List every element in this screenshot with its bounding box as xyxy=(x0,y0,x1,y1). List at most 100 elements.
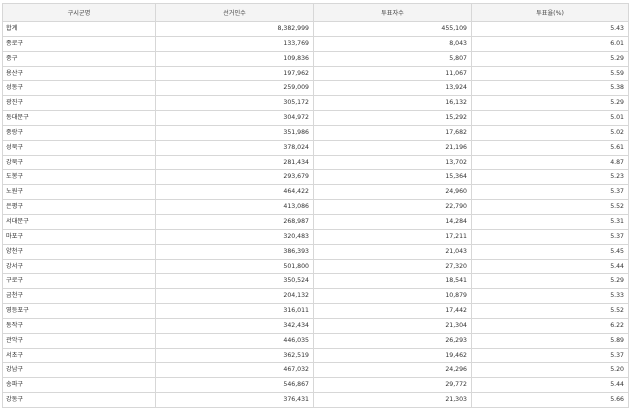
table-row: 성동구 259,009 13,924 5.38 xyxy=(2,80,629,97)
table-row: 강북구 281,434 13,702 4.87 xyxy=(2,154,629,171)
cell-district: 광진구 xyxy=(2,95,156,112)
cell-district: 합계 xyxy=(2,21,156,37)
cell-voters: 11,067 xyxy=(313,65,472,82)
table-row: 동대문구 304,972 15,292 5.01 xyxy=(2,110,629,126)
cell-electors: 446,035 xyxy=(155,332,314,349)
cell-electors: 342,434 xyxy=(155,317,314,334)
table-row: 강남구 467,032 24,296 5.20 xyxy=(2,362,629,379)
cell-electors: 268,987 xyxy=(155,213,314,230)
cell-electors: 204,132 xyxy=(155,288,314,305)
column-header-district: 구시군명 xyxy=(2,3,156,22)
cell-electors: 109,836 xyxy=(155,50,314,67)
cell-electors: 413,086 xyxy=(155,199,314,215)
cell-turnout: 5.43 xyxy=(471,21,629,37)
table-body: 합계 8,382,999 455,109 5.43 종로구 133,769 8,043 6.0… xyxy=(2,21,629,408)
cell-voters: 455,109 xyxy=(313,21,472,37)
cell-turnout: 5.29 xyxy=(471,95,629,112)
cell-district: 강남구 xyxy=(2,362,156,379)
cell-turnout: 5.31 xyxy=(471,213,629,230)
header-row: 구시군명 선거인수 투표자수 투표율(%) xyxy=(2,3,629,22)
cell-district: 서대문구 xyxy=(2,213,156,230)
table-row: 성북구 378,024 21,196 5.61 xyxy=(2,139,629,156)
cell-district: 강동구 xyxy=(2,392,156,408)
cell-voters: 15,292 xyxy=(313,110,472,126)
cell-voters: 27,320 xyxy=(313,258,472,275)
cell-district: 중구 xyxy=(2,50,156,67)
cell-turnout: 5.33 xyxy=(471,288,629,305)
cell-turnout: 4.87 xyxy=(471,154,629,171)
cell-voters: 21,043 xyxy=(313,243,472,260)
table-row: 노원구 464,422 24,960 5.37 xyxy=(2,184,629,201)
cell-electors: 281,434 xyxy=(155,154,314,171)
cell-voters: 13,702 xyxy=(313,154,472,171)
cell-district: 송파구 xyxy=(2,377,156,394)
table-row: 구로구 350,524 18,541 5.29 xyxy=(2,273,629,290)
cell-turnout: 5.37 xyxy=(471,228,629,245)
cell-voters: 21,303 xyxy=(313,392,472,408)
table-row: 광진구 305,172 16,132 5.29 xyxy=(2,95,629,112)
column-header-voters: 투표자수 xyxy=(313,3,472,22)
cell-district: 구로구 xyxy=(2,273,156,290)
cell-turnout: 5.01 xyxy=(471,110,629,126)
cell-district: 중랑구 xyxy=(2,124,156,141)
cell-district: 강서구 xyxy=(2,258,156,275)
table-row: 은평구 413,086 22,790 5.52 xyxy=(2,199,629,215)
table-row: 용산구 197,962 11,067 5.59 xyxy=(2,65,629,82)
table-row: 양천구 386,393 21,043 5.45 xyxy=(2,243,629,260)
cell-electors: 351,986 xyxy=(155,124,314,141)
cell-turnout: 5.52 xyxy=(471,199,629,215)
cell-district: 용산구 xyxy=(2,65,156,82)
cell-voters: 17,682 xyxy=(313,124,472,141)
cell-voters: 24,296 xyxy=(313,362,472,379)
column-header-turnout: 투표율(%) xyxy=(471,3,629,22)
table-row: 합계 8,382,999 455,109 5.43 xyxy=(2,21,629,37)
table-row: 강서구 501,800 27,320 5.44 xyxy=(2,258,629,275)
cell-turnout: 5.45 xyxy=(471,243,629,260)
cell-voters: 5,807 xyxy=(313,50,472,67)
cell-turnout: 5.89 xyxy=(471,332,629,349)
cell-turnout: 5.37 xyxy=(471,184,629,201)
cell-voters: 10,879 xyxy=(313,288,472,305)
table-row: 송파구 546,867 29,772 5.44 xyxy=(2,377,629,394)
cell-district: 도봉구 xyxy=(2,169,156,186)
cell-electors: 293,679 xyxy=(155,169,314,186)
cell-electors: 316,011 xyxy=(155,303,314,319)
cell-voters: 15,364 xyxy=(313,169,472,186)
cell-turnout: 5.38 xyxy=(471,80,629,97)
cell-voters: 17,442 xyxy=(313,303,472,319)
table-row: 중랑구 351,986 17,682 5.02 xyxy=(2,124,629,141)
cell-electors: 501,800 xyxy=(155,258,314,275)
cell-turnout: 5.61 xyxy=(471,139,629,156)
cell-electors: 467,032 xyxy=(155,362,314,379)
cell-electors: 133,769 xyxy=(155,35,314,52)
cell-turnout: 5.02 xyxy=(471,124,629,141)
cell-district: 동작구 xyxy=(2,317,156,334)
cell-voters: 8,043 xyxy=(313,35,472,52)
cell-turnout: 5.44 xyxy=(471,377,629,394)
cell-voters: 16,132 xyxy=(313,95,472,112)
table-row: 서대문구 268,987 14,284 5.31 xyxy=(2,213,629,230)
cell-electors: 197,962 xyxy=(155,65,314,82)
cell-turnout: 5.59 xyxy=(471,65,629,82)
cell-voters: 26,293 xyxy=(313,332,472,349)
cell-district: 종로구 xyxy=(2,35,156,52)
table-row: 동작구 342,434 21,304 6.22 xyxy=(2,317,629,334)
cell-electors: 305,172 xyxy=(155,95,314,112)
cell-turnout: 5.44 xyxy=(471,258,629,275)
cell-turnout: 5.29 xyxy=(471,273,629,290)
cell-electors: 546,867 xyxy=(155,377,314,394)
cell-voters: 21,196 xyxy=(313,139,472,156)
cell-district: 은평구 xyxy=(2,199,156,215)
cell-district: 금천구 xyxy=(2,288,156,305)
table-row: 도봉구 293,679 15,364 5.23 xyxy=(2,169,629,186)
cell-electors: 362,519 xyxy=(155,347,314,364)
cell-voters: 17,211 xyxy=(313,228,472,245)
cell-district: 동대문구 xyxy=(2,110,156,126)
table-row: 관악구 446,035 26,293 5.89 xyxy=(2,332,629,349)
cell-electors: 304,972 xyxy=(155,110,314,126)
table-row: 금천구 204,132 10,879 5.33 xyxy=(2,288,629,305)
cell-district: 성동구 xyxy=(2,80,156,97)
table-row: 마포구 320,483 17,211 5.37 xyxy=(2,228,629,245)
cell-district: 서초구 xyxy=(2,347,156,364)
cell-district: 성북구 xyxy=(2,139,156,156)
